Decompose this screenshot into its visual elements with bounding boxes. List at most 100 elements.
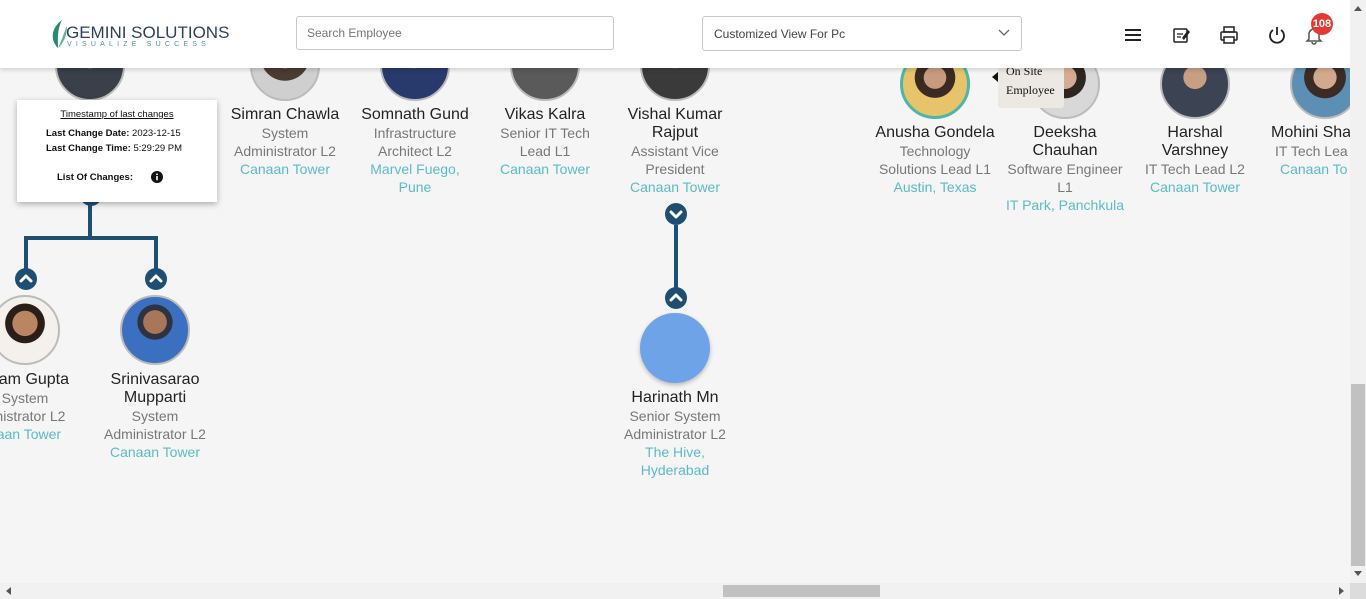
employee-card-simran-chawla[interactable]: Simran Chawla System Administrator L2 Ca… — [215, 106, 355, 178]
info-icon[interactable] — [151, 171, 163, 183]
employee-location: Canaan Tower — [499, 161, 591, 177]
employee-title: Software Engineer — [1007, 161, 1123, 177]
employee-location: Hyderabad — [640, 462, 710, 478]
leaf-logo-icon — [52, 20, 67, 48]
employee-title: Senior System — [629, 408, 721, 424]
expand-up-button[interactable] — [145, 268, 167, 290]
horizontal-scrollbar[interactable] — [0, 583, 1350, 599]
employee-card-bham-gupta[interactable]: bham Gupta System ninistrator L2 naan To… — [0, 371, 95, 443]
employee-name: Deeksha — [1033, 124, 1097, 141]
employee-title: ninistrator L2 — [0, 408, 66, 424]
employee-card-anusha-gondela[interactable]: Anusha Gondela Technology Solutions Lead… — [860, 124, 1010, 196]
tooltip-arrow — [992, 72, 998, 82]
chevron-up-icon — [669, 293, 683, 302]
scroll-right-arrow-icon[interactable] — [1338, 586, 1346, 596]
last-change-time: Last Change Time: 5:29:29 PM — [46, 143, 182, 154]
employee-title: Lead L1 — [519, 143, 571, 159]
employee-card-harshal-varshney[interactable]: Harshal Varshney IT Tech Lead L2 Canaan … — [1125, 124, 1265, 196]
employee-name: Varshney — [1161, 142, 1229, 159]
employee-title: Technology — [899, 143, 971, 159]
employee-name: Harinath Mn — [631, 389, 719, 406]
employee-name: Srinivasarao — [110, 371, 200, 388]
org-chart-canvas: Simran Chawla System Administrator L2 Ca… — [0, 0, 1350, 583]
view-select[interactable]: Customized View For Pc — [702, 16, 1022, 51]
employee-card-vishal-kumar-rajput[interactable]: Vishal Kumar Rajput Assistant Vice Presi… — [605, 106, 745, 196]
time-label: Last Change Time: — [46, 143, 131, 154]
logo-tagline: VISUALIZE SUCCESS — [67, 41, 210, 48]
employee-card-mohini-sha[interactable]: Mohini Sha IT Tech Lea Canaan To — [1265, 124, 1350, 178]
employee-title: System — [131, 408, 179, 424]
employee-location: Canaan Tower — [239, 161, 331, 177]
employee-name: Anusha Gondela — [875, 124, 995, 141]
connector-line — [154, 236, 158, 272]
employee-name: Mupparti — [123, 389, 187, 406]
company-logo[interactable]: GEMINI SOLUTIONS VISUALIZE SUCCESS — [46, 16, 229, 52]
date-label: Last Change Date: — [46, 128, 130, 139]
employee-location: IT Park, Panchkula — [1005, 197, 1125, 213]
employee-name: Mohini Sha — [1271, 124, 1350, 141]
scroll-left-arrow-icon[interactable] — [4, 586, 12, 596]
employee-location: Canaan Tower — [109, 444, 201, 460]
employee-card-somnath-gund[interactable]: Somnath Gund Infrastructure Architect L2… — [345, 106, 485, 196]
time-value: 5:29:29 PM — [133, 143, 183, 154]
employee-location: Canaan Tower — [1149, 179, 1241, 195]
logo-name: GEMINI SOLUTIONS — [66, 23, 230, 42]
employee-name: Somnath Gund — [361, 106, 469, 123]
print-icon[interactable] — [1219, 25, 1239, 45]
employee-title: L1 — [1057, 179, 1073, 195]
scroll-down-arrow-icon[interactable] — [1353, 570, 1363, 578]
employee-card-harinath-mn[interactable]: Harinath Mn Senior System Administrator … — [605, 389, 745, 479]
chevron-down-icon — [998, 29, 1010, 36]
employee-location: Canaan Tower — [629, 179, 721, 195]
expand-down-button[interactable] — [665, 203, 687, 225]
employee-name: Vikas Kalra — [504, 106, 586, 123]
list-of-changes: List Of Changes: — [57, 172, 133, 183]
power-icon[interactable] — [1267, 25, 1287, 45]
employee-title: System — [1, 390, 49, 406]
avatar-srinivasarao-mupparti[interactable] — [120, 295, 190, 365]
horizontal-scroll-thumb[interactable] — [723, 585, 880, 597]
employee-name: Rajput — [651, 124, 699, 141]
connector-line — [674, 225, 678, 289]
popup-title: Timestamp of last changes — [60, 109, 174, 120]
employee-name: Vishal Kumar — [627, 106, 723, 123]
employee-location: Marvel Fuego, — [370, 161, 460, 177]
employee-name: Simran Chawla — [230, 106, 340, 123]
expand-up-button[interactable] — [665, 287, 687, 309]
vertical-scroll-thumb[interactable] — [1351, 384, 1365, 566]
avatar-bham-gupta[interactable] — [0, 295, 60, 365]
employee-name: Chauhan — [1032, 142, 1098, 159]
employee-card-vikas-kalra[interactable]: Vikas Kalra Senior IT Tech Lead L1 Canaa… — [475, 106, 615, 178]
employee-title: Administrator L2 — [624, 426, 726, 442]
scrollbar-corner — [1350, 583, 1366, 599]
employee-location: naan Tower — [0, 426, 62, 442]
chevron-down-icon — [669, 210, 683, 219]
employee-title: Solutions Lead L1 — [878, 161, 992, 177]
connector-line — [24, 236, 28, 272]
avatar-harinath-mn[interactable] — [640, 313, 710, 383]
chevron-up-icon — [149, 274, 163, 283]
employee-name: bham Gupta — [0, 371, 70, 388]
employee-title: Administrator L2 — [104, 426, 206, 442]
expand-up-button[interactable] — [15, 268, 37, 290]
scroll-up-arrow-icon[interactable] — [1353, 4, 1363, 12]
employee-title: Infrastructure — [373, 125, 457, 141]
tooltip-line: Employee — [1006, 83, 1055, 97]
employee-card-srinivasarao-mupparti[interactable]: Srinivasarao Mupparti System Administrat… — [85, 371, 225, 461]
search-employee-input[interactable] — [296, 16, 614, 50]
date-value: 2023-12-15 — [132, 128, 181, 139]
employee-title: System — [261, 125, 309, 141]
notification-count-badge[interactable]: 108 — [1311, 13, 1333, 35]
employee-title: Administrator L2 — [234, 143, 336, 159]
employee-title: IT Tech Lea — [1275, 143, 1348, 159]
employee-card-deeksha-chauhan[interactable]: Deeksha Chauhan Software Engineer L1 IT … — [995, 124, 1135, 214]
timestamp-popup: Timestamp of last changes Last Change Da… — [17, 100, 217, 202]
employee-title: Assistant Vice — [631, 143, 719, 159]
employee-title: Senior IT Tech — [500, 125, 590, 141]
employee-location: Canaan To — [1280, 161, 1348, 177]
edit-note-icon[interactable] — [1171, 25, 1191, 45]
menu-icon[interactable] — [1123, 25, 1143, 45]
top-header: GEMINI SOLUTIONS VISUALIZE SUCCESS Custo… — [0, 0, 1350, 68]
employee-location: The Hive, — [645, 444, 705, 460]
employee-title: IT Tech Lead L2 — [1145, 161, 1245, 177]
